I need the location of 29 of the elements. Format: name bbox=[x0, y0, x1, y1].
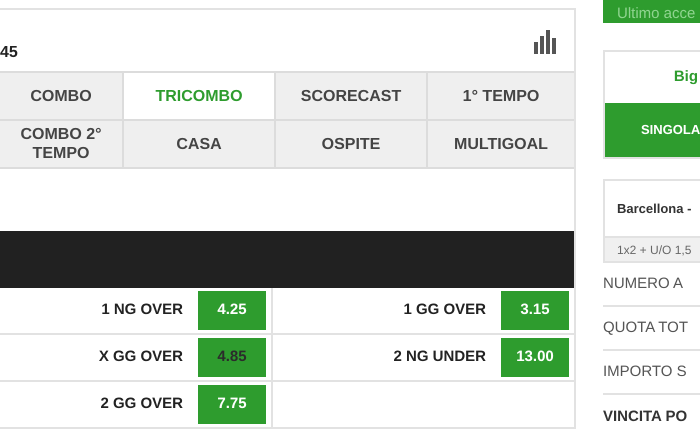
odds-button[interactable]: 3.15 bbox=[501, 291, 569, 330]
summary-label: VINCITA PO bbox=[603, 406, 688, 427]
betslip-title: Big bbox=[674, 67, 698, 88]
event-time: 45 bbox=[0, 43, 18, 63]
market-tab[interactable]: COMBO bbox=[0, 73, 122, 119]
odds-button[interactable]: 4.25 bbox=[198, 291, 266, 330]
odds-button[interactable]: 7.75 bbox=[198, 385, 266, 424]
market-tab[interactable]: CASA bbox=[124, 121, 274, 167]
market-tab[interactable]: TRICOMBO bbox=[124, 73, 274, 119]
outcome-label: 1 GG OVER bbox=[403, 300, 486, 320]
outcome-label: 1 NG OVER bbox=[101, 300, 183, 320]
bar-chart-icon[interactable] bbox=[534, 30, 556, 54]
summary-label: IMPORTO S bbox=[603, 362, 687, 382]
market-tab[interactable]: 1° TEMPO bbox=[428, 73, 574, 119]
odds-button[interactable]: 4.85 bbox=[198, 338, 266, 377]
outcome-label: 2 GG OVER bbox=[100, 394, 183, 414]
odds-button[interactable]: 13.00 bbox=[501, 338, 569, 377]
market-tab[interactable]: SCORECAST bbox=[276, 73, 426, 119]
market-tab[interactable]: COMBO 2° TEMPO bbox=[0, 121, 122, 167]
summary-label: NUMERO A bbox=[603, 274, 684, 294]
outcome-label: 2 NG UNDER bbox=[393, 347, 486, 368]
market-name: 1x2 + U/O 1,5 bbox=[617, 242, 692, 258]
summary-label: QUOTA TOT bbox=[603, 318, 688, 338]
market-tab[interactable]: OSPITE bbox=[276, 121, 426, 167]
last-access-text: Ultimo acce bbox=[617, 5, 696, 23]
outcome-label: X GG OVER bbox=[98, 347, 183, 368]
match-name: Barcellona - bbox=[617, 200, 692, 218]
market-tab[interactable]: MULTIGOAL bbox=[428, 121, 574, 167]
single-bet-tab[interactable]: SINGOLA bbox=[605, 103, 700, 157]
